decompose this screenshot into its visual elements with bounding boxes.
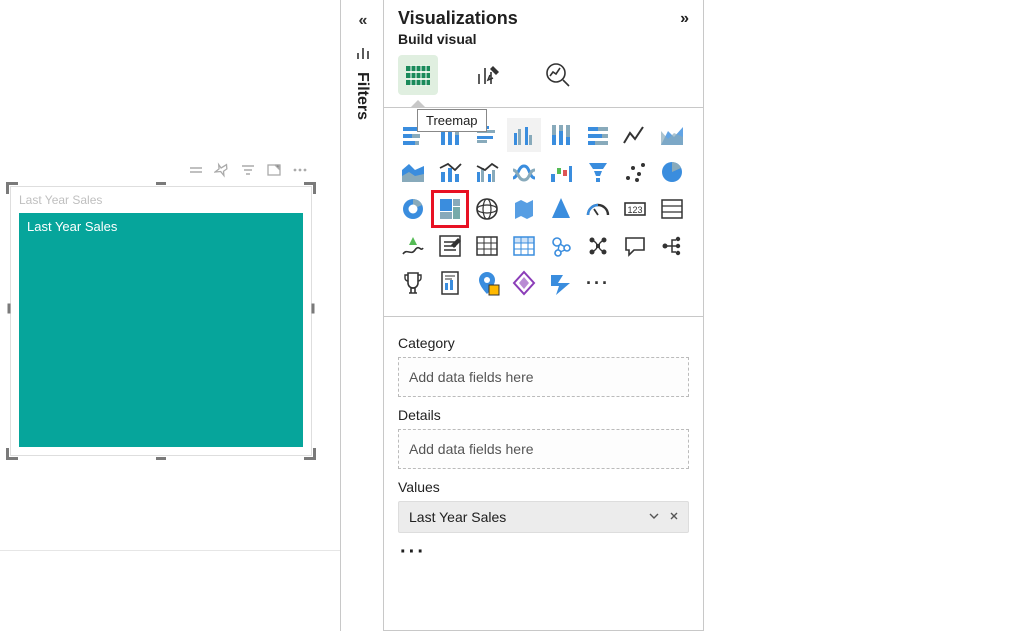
viz-type-pie[interactable] xyxy=(655,155,689,189)
viz-type-stacked-column-100[interactable] xyxy=(544,118,578,152)
viz-type-multirow-card[interactable] xyxy=(655,192,689,226)
focus-mode-icon[interactable] xyxy=(266,162,282,178)
viz-pane-subtitle: Build visual xyxy=(384,31,703,51)
viz-type-clustered-column[interactable] xyxy=(507,118,541,152)
drag-handle-icon[interactable] xyxy=(188,162,204,178)
report-canvas: Last Year Sales Last Year Sales xyxy=(0,0,340,631)
tab-analytics[interactable] xyxy=(538,55,578,95)
resize-handle-br[interactable] xyxy=(304,448,316,460)
collapse-viz-pane-icon[interactable]: » xyxy=(680,10,689,28)
treemap-tile-label: Last Year Sales xyxy=(27,219,117,234)
resize-handle-tr[interactable] xyxy=(304,182,316,194)
more-options-icon[interactable]: ··· xyxy=(398,541,689,564)
viz-type-funnel[interactable] xyxy=(581,155,615,189)
well-values-field-pill[interactable]: Last Year Sales xyxy=(398,501,689,533)
viz-type-line[interactable] xyxy=(618,118,652,152)
visual-container[interactable]: Last Year Sales Last Year Sales xyxy=(10,158,312,456)
viz-type-scatter[interactable] xyxy=(618,155,652,189)
viz-type-power-apps[interactable] xyxy=(507,266,541,300)
viz-type-stacked-area[interactable] xyxy=(396,155,430,189)
visual-header-toolbar xyxy=(188,156,308,184)
remove-field-icon[interactable] xyxy=(668,509,680,525)
viz-pane-title: Visualizations xyxy=(398,8,518,29)
well-category[interactable]: Add data fields here xyxy=(398,357,689,397)
viz-type-slicer[interactable] xyxy=(433,229,467,263)
viz-type-rscript[interactable] xyxy=(544,229,578,263)
viz-type-map-globe[interactable] xyxy=(470,192,504,226)
viz-type-line-clustered-column[interactable] xyxy=(470,155,504,189)
viz-type-area[interactable] xyxy=(655,118,689,152)
viz-type-decomposition-tree[interactable] xyxy=(655,229,689,263)
expand-filters-icon[interactable]: « xyxy=(341,0,385,42)
viz-type-azure-map[interactable] xyxy=(544,192,578,226)
viz-type-goals[interactable] xyxy=(396,266,430,300)
well-details[interactable]: Add data fields here xyxy=(398,429,689,469)
visual-types-gallery: 123 ··· Treemap xyxy=(384,112,703,310)
tooltip: Treemap xyxy=(417,109,487,132)
more-options-icon[interactable] xyxy=(292,162,308,178)
resize-handle-bl[interactable] xyxy=(6,448,18,460)
viz-type-treemap[interactable] xyxy=(433,192,467,226)
visual-title: Last Year Sales xyxy=(11,187,311,207)
resize-handle-r[interactable] xyxy=(312,304,315,314)
well-label-values: Values xyxy=(398,479,689,495)
chevron-down-icon[interactable] xyxy=(648,509,660,525)
viz-type-qna[interactable] xyxy=(618,229,652,263)
viz-type-filled-map[interactable] xyxy=(507,192,541,226)
well-label-details: Details xyxy=(398,407,689,423)
viz-type-stacked-bar-100[interactable] xyxy=(581,118,615,152)
filter-icon[interactable] xyxy=(240,162,256,178)
resize-handle-l[interactable] xyxy=(8,304,11,314)
pin-icon[interactable] xyxy=(214,162,230,178)
resize-handle-b[interactable] xyxy=(156,457,166,460)
viz-type-donut[interactable] xyxy=(396,192,430,226)
filters-pane-collapsed: « Filters xyxy=(340,0,384,631)
viz-type-kpi[interactable] xyxy=(396,229,430,263)
viz-type-line-stacked-column[interactable] xyxy=(433,155,467,189)
tab-format-visual[interactable] xyxy=(468,55,508,95)
well-label-category: Category xyxy=(398,335,689,351)
resize-handle-tl[interactable] xyxy=(6,182,18,194)
viz-type-more[interactable]: ··· xyxy=(581,266,615,300)
tab-build-visual[interactable] xyxy=(398,55,438,95)
visualizations-pane: Visualizations » Build visual xyxy=(384,0,704,631)
visual-frame: Last Year Sales Last Year Sales xyxy=(10,186,312,456)
filters-label[interactable]: Filters xyxy=(353,72,371,120)
svg-text:123: 123 xyxy=(627,205,642,215)
viz-type-ribbon[interactable] xyxy=(507,155,541,189)
viz-type-waterfall[interactable] xyxy=(544,155,578,189)
viz-type-arcgis[interactable] xyxy=(470,266,504,300)
viz-type-gauge[interactable] xyxy=(581,192,615,226)
viz-page-tabs xyxy=(384,51,703,101)
viz-type-key-influencers[interactable] xyxy=(581,229,615,263)
treemap-tile[interactable]: Last Year Sales xyxy=(19,213,303,447)
viz-type-matrix[interactable] xyxy=(507,229,541,263)
viz-type-card[interactable]: 123 xyxy=(618,192,652,226)
viz-type-paginated[interactable] xyxy=(433,266,467,300)
viz-type-power-automate[interactable] xyxy=(544,266,578,300)
resize-handle-t[interactable] xyxy=(156,182,166,185)
field-wells: Category Add data fields here Details Ad… xyxy=(384,321,703,564)
filters-icon xyxy=(341,46,385,63)
viz-type-table[interactable] xyxy=(470,229,504,263)
field-pill-label: Last Year Sales xyxy=(409,509,506,525)
